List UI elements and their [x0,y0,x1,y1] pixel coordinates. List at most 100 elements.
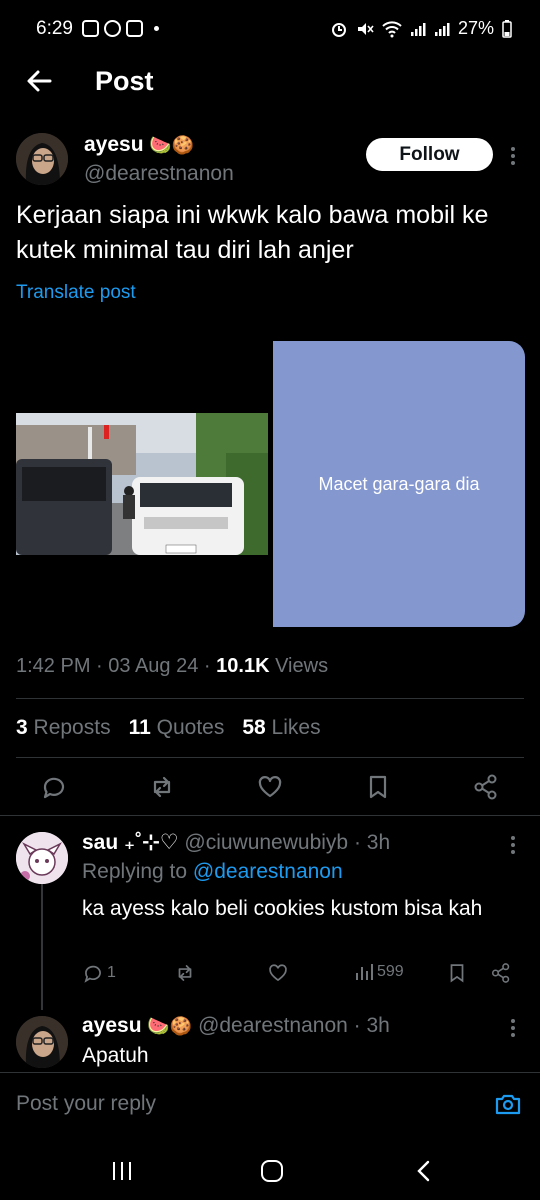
bookmark-small-icon [450,964,464,983]
views-count: 10.1K [216,655,270,677]
reply2-author-handle[interactable]: @dearestnanon [198,1014,348,1037]
divider-2 [16,757,524,758]
wifi-icon [382,20,402,37]
post-date: 03 Aug 24 [108,655,199,677]
alarm-icon [331,22,346,37]
reply-views-count: 599 [377,963,404,980]
divider-3 [0,815,540,816]
reply-more-icon[interactable] [510,835,516,855]
reply-author-name[interactable]: sau ₊˚⊹♡ [82,831,179,854]
share-small-icon [491,963,510,983]
reply-avatar[interactable] [16,832,68,884]
divider [16,698,524,699]
signal-icon-2 [434,22,450,36]
notification-dot [154,26,159,31]
repost-icon[interactable] [148,773,176,801]
like-heart-icon[interactable] [256,773,284,801]
reply-like-button[interactable] [267,962,289,984]
post-meta: 1:42 PM · 03 Aug 24 · 10.1K Views [16,655,328,678]
reply-reply-button[interactable]: 1 [82,962,116,984]
reply2-header: ayesu 🍉🍪 @dearestnanon · 3h [82,1014,390,1038]
share-icon[interactable] [472,773,500,801]
bookmark-icon[interactable] [364,773,392,801]
author-handle[interactable]: @dearestnanon [84,162,234,186]
system-back-icon[interactable] [414,1159,434,1183]
author-emojis: 🍉🍪 [149,135,195,155]
whatsapp-icon [104,20,121,37]
top-bar: Post [0,60,540,110]
recent-apps-icon[interactable] [110,1160,134,1182]
bot-icon [126,20,143,37]
replying-to-label: Replying to [82,860,188,883]
back-arrow-icon[interactable] [24,66,54,96]
page-title: Post [95,66,154,96]
views-label: Views [275,655,329,677]
reply2-avatar[interactable] [16,1016,68,1068]
reply-icon[interactable] [40,773,68,801]
likes-stat[interactable]: 58 Likes [242,716,320,740]
engagement-stats: 3 Reposts 11 Quotes 58 Likes [16,716,321,740]
replying-to-handle[interactable]: @dearestnanon [193,860,343,883]
thread-line [41,880,43,1010]
author-avatar[interactable] [16,133,68,185]
follow-button[interactable]: Follow [366,138,493,171]
status-right: 27% [330,18,512,39]
battery-icon [502,19,512,38]
reply-separator: · [353,831,367,854]
reply2-avatar-photo [16,1016,68,1068]
reply-header: sau ₊˚⊹♡ @ciuwunewubiyb · 3h [82,830,390,855]
street-car-image [16,413,268,555]
reply-share-button[interactable] [490,962,512,984]
signal-icon [410,22,426,36]
reply-count: 1 [107,964,116,981]
quotes-label: Quotes [156,716,225,739]
reposts-label: Reposts [33,716,111,739]
likes-count: 58 [242,716,266,739]
translate-post-link[interactable]: Translate post [16,282,136,304]
more-options-icon[interactable] [510,146,516,166]
author-name[interactable]: ayesu 🍉🍪 [84,133,194,157]
post-action-bar [0,765,540,815]
gallery-icon [82,20,99,37]
reply-views[interactable]: 599 [354,962,404,982]
avatar-photo [16,133,68,185]
camera-icon[interactable] [494,1090,522,1118]
reply-bookmark-button[interactable] [446,962,468,984]
reposts-stat[interactable]: 3 Reposts [16,716,111,740]
quotes-stat[interactable]: 11 Quotes [129,716,225,740]
reply2-more-icon[interactable] [510,1018,516,1038]
meta-separator: · [96,655,109,677]
views-chart-icon [356,964,373,980]
post-time: 1:42 PM [16,655,91,677]
reply2-text: Apatuh [82,1044,149,1067]
composer-divider [0,1072,540,1073]
mute-icon [357,22,374,35]
replying-to-line: Replying to @dearestnanon [82,860,343,884]
quotes-count: 11 [128,716,151,739]
reply-text: ka ayess kalo beli cookies kustom bisa k… [82,897,483,920]
reply-action-bar: 1 599 [82,962,522,992]
post-photo[interactable] [16,413,268,555]
home-icon[interactable] [260,1159,284,1183]
text-card-image[interactable]: Macet gara-gara dia [273,341,525,627]
reposts-count: 3 [16,716,28,739]
heart-small-icon [269,964,287,982]
reply-input[interactable]: Post your reply [16,1092,156,1116]
status-bar: 6:29 27% [0,0,540,60]
repost-small-icon [178,965,192,981]
post-text: Kerjaan siapa ini wkwk kalo bawa mobil k… [16,201,489,264]
reply-author-handle[interactable]: @ciuwunewubiyb [184,831,348,854]
reply-time: 3h [366,831,391,854]
likes-label: Likes [271,716,321,739]
reply2-separator: · [353,1014,367,1037]
status-left-icons [82,20,159,37]
system-nav-bar [0,1140,540,1200]
reply2-time: 3h [366,1014,390,1037]
reply-avatar-image [16,832,68,884]
reply-repost-button[interactable] [174,962,196,984]
status-time: 6:29 [36,18,73,39]
reply-small-icon [84,965,101,983]
reply2-author-name[interactable]: ayesu [82,1014,142,1037]
reply2-emojis: 🍉🍪 [147,1016,193,1036]
battery-percent: 27% [457,18,494,38]
